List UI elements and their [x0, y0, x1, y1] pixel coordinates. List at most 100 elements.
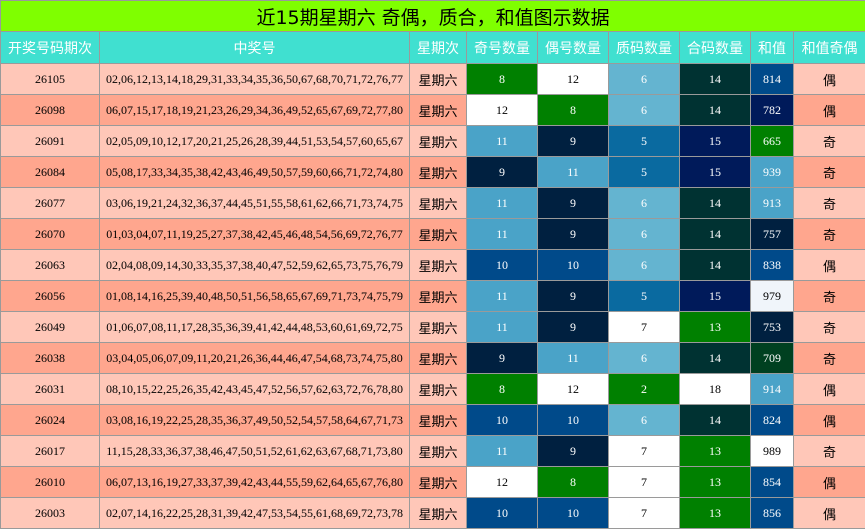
sum-cell: 856 — [750, 497, 794, 529]
odd-count-cell: 10 — [466, 249, 538, 281]
sum-parity-cell: 奇 — [792, 156, 865, 188]
odd-count-cell: 11 — [466, 218, 538, 250]
winning-numbers-cell: 03,04,05,06,07,09,11,20,21,26,36,44,46,4… — [99, 342, 410, 374]
even-count-cell: 10 — [537, 404, 609, 436]
even-count-cell: 9 — [537, 435, 609, 467]
prime-count-cell: 6 — [608, 187, 680, 219]
weekday-cell: 星期六 — [409, 94, 467, 126]
winning-numbers-cell: 06,07,13,16,19,27,33,37,39,42,43,44,55,5… — [99, 466, 410, 498]
sum-parity-cell: 偶 — [792, 404, 865, 436]
sum-cell: 782 — [750, 94, 794, 126]
table-row: 26105 02,06,12,13,14,18,29,31,33,34,35,36… — [0, 63, 865, 95]
table-row: 26056 01,08,14,16,25,39,40,48,50,51,56,58… — [0, 280, 865, 312]
even-count-cell: 10 — [537, 497, 609, 529]
winning-numbers-cell: 01,08,14,16,25,39,40,48,50,51,56,58,65,6… — [99, 280, 410, 312]
composite-count-cell: 15 — [679, 125, 751, 157]
composite-count-cell: 14 — [679, 218, 751, 250]
prime-count-cell: 7 — [608, 466, 680, 498]
issue-cell: 26084 — [0, 156, 100, 188]
weekday-cell: 星期六 — [409, 218, 467, 250]
odd-count-cell: 10 — [466, 404, 538, 436]
weekday-cell: 星期六 — [409, 373, 467, 405]
issue-cell: 26077 — [0, 187, 100, 219]
composite-count-cell: 13 — [679, 435, 751, 467]
issue-cell: 26056 — [0, 280, 100, 312]
composite-count-cell: 14 — [679, 342, 751, 374]
header-weekday: 星期次 — [409, 31, 467, 64]
prime-count-cell: 6 — [608, 404, 680, 436]
issue-cell: 26024 — [0, 404, 100, 436]
header-sum-parity: 和值奇偶 — [792, 31, 865, 64]
even-count-cell: 12 — [537, 373, 609, 405]
odd-count-cell: 12 — [466, 466, 538, 498]
composite-count-cell: 14 — [679, 63, 751, 95]
winning-numbers-cell: 01,03,04,07,11,19,25,27,37,38,42,45,46,4… — [99, 218, 410, 250]
odd-count-cell: 12 — [466, 94, 538, 126]
sum-parity-cell: 偶 — [792, 94, 865, 126]
table-row: 26024 03,08,16,19,22,25,28,35,36,37,49,50… — [0, 404, 865, 436]
composite-count-cell: 15 — [679, 280, 751, 312]
issue-cell: 26038 — [0, 342, 100, 374]
winning-numbers-cell: 06,07,15,17,18,19,21,23,26,29,34,36,49,5… — [99, 94, 410, 126]
issue-cell: 26031 — [0, 373, 100, 405]
prime-count-cell: 5 — [608, 280, 680, 312]
prime-count-cell: 7 — [608, 497, 680, 529]
issue-cell: 26010 — [0, 466, 100, 498]
prime-count-cell: 6 — [608, 63, 680, 95]
prime-count-cell: 6 — [608, 342, 680, 374]
prime-count-cell: 6 — [608, 249, 680, 281]
issue-cell: 26063 — [0, 249, 100, 281]
winning-numbers-cell: 02,04,08,09,14,30,33,35,37,38,40,47,52,5… — [99, 249, 410, 281]
sum-parity-cell: 奇 — [792, 342, 865, 374]
odd-count-cell: 11 — [466, 125, 538, 157]
sum-parity-cell: 奇 — [792, 125, 865, 157]
odd-count-cell: 8 — [466, 63, 538, 95]
sum-parity-cell: 奇 — [792, 311, 865, 343]
sum-parity-cell: 奇 — [792, 280, 865, 312]
sum-cell: 989 — [750, 435, 794, 467]
weekday-cell: 星期六 — [409, 156, 467, 188]
winning-numbers-cell: 02,06,12,13,14,18,29,31,33,34,35,36,50,6… — [99, 63, 410, 95]
winning-numbers-cell: 05,08,17,33,34,35,38,42,43,46,49,50,57,5… — [99, 156, 410, 188]
weekday-cell: 星期六 — [409, 466, 467, 498]
winning-numbers-cell: 02,05,09,10,12,17,20,21,25,26,28,39,44,5… — [99, 125, 410, 157]
sum-cell: 914 — [750, 373, 794, 405]
winning-numbers-cell: 03,06,19,21,24,32,36,37,44,45,51,55,58,6… — [99, 187, 410, 219]
issue-cell: 26049 — [0, 311, 100, 343]
sum-parity-cell: 偶 — [792, 249, 865, 281]
prime-count-cell: 7 — [608, 311, 680, 343]
sum-cell: 913 — [750, 187, 794, 219]
odd-count-cell: 9 — [466, 156, 538, 188]
composite-count-cell: 13 — [679, 311, 751, 343]
winning-numbers-cell: 03,08,16,19,22,25,28,35,36,37,49,50,52,5… — [99, 404, 410, 436]
prime-count-cell: 5 — [608, 156, 680, 188]
issue-cell: 26098 — [0, 94, 100, 126]
table-row: 26038 03,04,05,06,07,09,11,20,21,26,36,44… — [0, 342, 865, 374]
weekday-cell: 星期六 — [409, 311, 467, 343]
sum-parity-cell: 奇 — [792, 435, 865, 467]
sum-parity-cell: 偶 — [792, 497, 865, 529]
even-count-cell: 9 — [537, 280, 609, 312]
sum-cell: 939 — [750, 156, 794, 188]
odd-count-cell: 11 — [466, 187, 538, 219]
table-body: 26105 02,06,12,13,14,18,29,31,33,34,35,36… — [0, 63, 865, 529]
issue-cell: 26017 — [0, 435, 100, 467]
issue-cell: 26105 — [0, 63, 100, 95]
composite-count-cell: 14 — [679, 249, 751, 281]
issue-cell: 26091 — [0, 125, 100, 157]
title-row: 近15期星期六 奇偶，质合，和值图示数据 — [0, 0, 865, 32]
even-count-cell: 12 — [537, 63, 609, 95]
sum-cell: 757 — [750, 218, 794, 250]
even-count-cell: 10 — [537, 249, 609, 281]
weekday-cell: 星期六 — [409, 342, 467, 374]
table-title: 近15期星期六 奇偶，质合，和值图示数据 — [0, 0, 865, 32]
winning-numbers-cell: 02,07,14,16,22,25,28,31,39,42,47,53,54,5… — [99, 497, 410, 529]
odd-count-cell: 11 — [466, 311, 538, 343]
weekday-cell: 星期六 — [409, 63, 467, 95]
even-count-cell: 8 — [537, 466, 609, 498]
table-row: 26010 06,07,13,16,19,27,33,37,39,42,43,44… — [0, 466, 865, 498]
table-row: 26063 02,04,08,09,14,30,33,35,37,38,40,47… — [0, 249, 865, 281]
composite-count-cell: 13 — [679, 466, 751, 498]
even-count-cell: 8 — [537, 94, 609, 126]
winning-numbers-cell: 11,15,28,33,36,37,38,46,47,50,51,52,61,6… — [99, 435, 410, 467]
